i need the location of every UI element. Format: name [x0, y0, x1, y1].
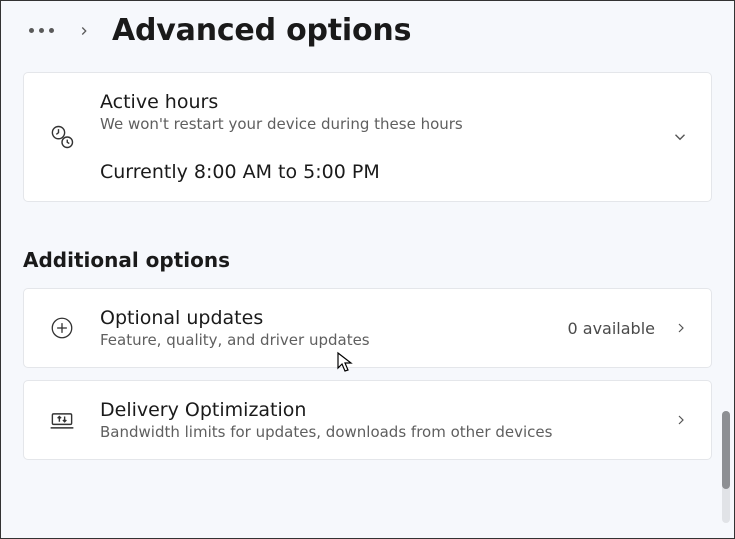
chevron-down-icon [671, 128, 689, 146]
delivery-optimization-subtitle: Bandwidth limits for updates, downloads … [100, 423, 651, 441]
scrollbar[interactable] [722, 411, 730, 523]
active-hours-title: Active hours [100, 91, 649, 113]
download-upload-icon [46, 404, 78, 436]
optional-updates-subtitle: Feature, quality, and driver updates [100, 331, 546, 349]
page-title: Advanced options [112, 13, 411, 48]
expand-control[interactable] [671, 128, 689, 146]
card-body: Delivery Optimization Bandwidth limits f… [100, 399, 651, 441]
clock-gear-icon [46, 121, 78, 153]
plus-circle-icon [46, 312, 78, 344]
breadcrumb-header: Advanced options [1, 1, 734, 72]
optional-updates-title: Optional updates [100, 307, 546, 329]
card-body: Optional updates Feature, quality, and d… [100, 307, 546, 349]
active-hours-status: Currently 8:00 AM to 5:00 PM [100, 161, 649, 183]
content-area: Active hours We won't restart your devic… [1, 72, 734, 460]
chevron-right-icon [673, 320, 689, 336]
delivery-optimization-title: Delivery Optimization [100, 399, 651, 421]
optional-updates-count: 0 available [568, 319, 655, 338]
scrollbar-thumb[interactable] [722, 411, 730, 489]
optional-updates-card[interactable]: Optional updates Feature, quality, and d… [23, 288, 712, 368]
card-body: Active hours We won't restart your devic… [100, 91, 649, 183]
chevron-right-icon [673, 412, 689, 428]
active-hours-subtitle: We won't restart your device during thes… [100, 115, 649, 133]
ellipsis-icon [29, 28, 34, 33]
additional-options-heading: Additional options [23, 248, 712, 272]
delivery-optimization-card[interactable]: Delivery Optimization Bandwidth limits f… [23, 380, 712, 460]
active-hours-card[interactable]: Active hours We won't restart your devic… [23, 72, 712, 202]
chevron-right-icon [70, 17, 98, 45]
breadcrumb-more-button[interactable] [21, 20, 62, 41]
